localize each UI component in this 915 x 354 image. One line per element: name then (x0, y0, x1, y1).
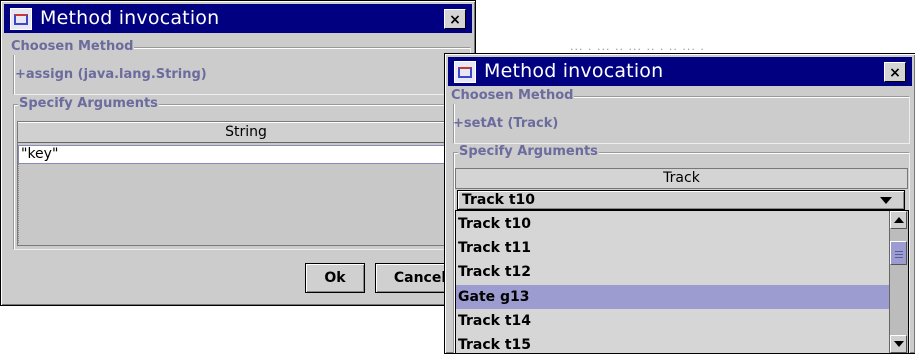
chevron-down-icon[interactable] (880, 197, 892, 204)
specify-arguments-label: Specify Arguments (458, 144, 599, 160)
combo-selected-value: Track t10 (462, 192, 536, 208)
track-dropdown-list: Track t10 Track t11 Track t12 Gate g13 T… (455, 210, 909, 353)
window-title: Method invocation (40, 7, 220, 29)
column-header-string[interactable]: String (18, 122, 474, 143)
arguments-table: String "key" (17, 121, 475, 246)
chosen-method-label: Choosen Method (10, 39, 135, 55)
close-button[interactable]: × (884, 62, 906, 82)
method-invocation-dialog-2: Method invocation × Choosen Method +setA… (444, 53, 915, 354)
java-cup-icon (10, 8, 32, 30)
close-button[interactable]: × (444, 9, 466, 29)
list-item[interactable]: Track t12 (456, 260, 908, 284)
window-title: Method invocation (484, 60, 664, 82)
grid-line (18, 164, 19, 243)
list-item[interactable]: Track t11 (456, 236, 908, 260)
chosen-method-label: Choosen Method (450, 88, 575, 104)
scroll-thumb[interactable] (890, 241, 907, 265)
title-bar[interactable]: Method invocation × (4, 4, 472, 33)
method-signature: +setAt (Track) (453, 116, 559, 131)
list-scrollbar[interactable] (889, 211, 908, 353)
list-item[interactable]: Track t10 (456, 212, 908, 236)
scroll-up-button[interactable] (890, 211, 907, 229)
track-combo-box[interactable]: Track t10 (457, 190, 905, 210)
column-header-track[interactable]: Track (455, 168, 908, 189)
ok-button[interactable]: Ok (305, 263, 365, 293)
list-item[interactable]: Track t15 (456, 333, 908, 353)
scroll-down-button[interactable] (890, 335, 907, 353)
method-signature: +assign (java.lang.String) (15, 67, 207, 82)
title-bar[interactable]: Method invocation × (448, 57, 912, 86)
method-invocation-dialog-1: Method invocation × Choosen Method +assi… (0, 0, 476, 306)
argument-cell-input[interactable]: "key" (18, 145, 474, 164)
specify-arguments-label: Specify Arguments (18, 96, 159, 112)
list-item-selected[interactable]: Gate g13 (456, 285, 889, 309)
java-cup-icon (454, 61, 476, 83)
list-item[interactable]: Track t14 (456, 309, 908, 333)
